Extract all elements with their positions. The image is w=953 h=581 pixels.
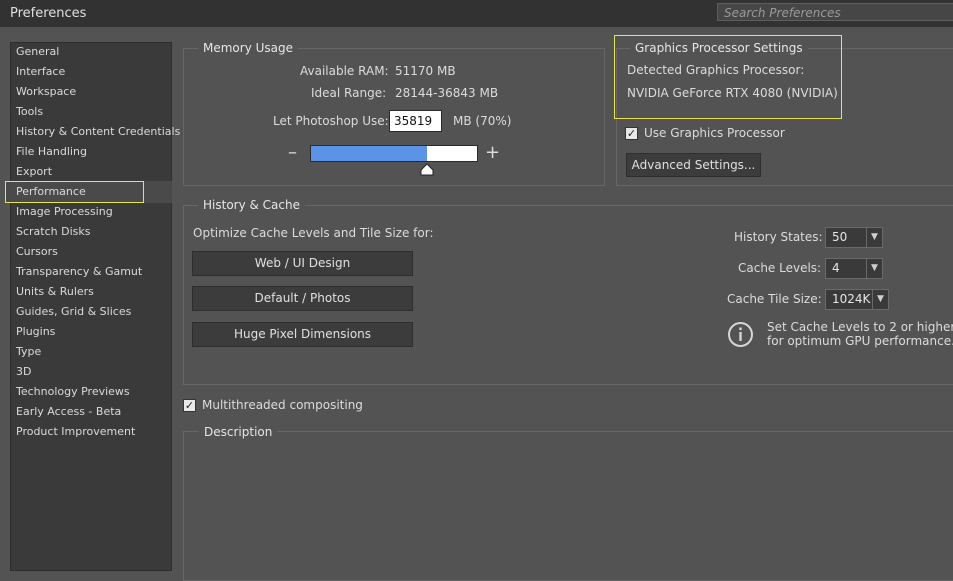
increase-memory-button[interactable]: + xyxy=(485,144,500,162)
info-text-line1: Set Cache Levels to 2 or higher xyxy=(767,320,953,334)
sidebar: General Interface Workspace Tools Histor… xyxy=(5,42,180,571)
sidebar-item-general[interactable]: General xyxy=(16,43,59,61)
description-group xyxy=(183,431,953,581)
sidebar-item-file-handling[interactable]: File Handling xyxy=(16,143,87,161)
sidebar-item-image-processing[interactable]: Image Processing xyxy=(16,203,113,221)
history-cache-title: History & Cache xyxy=(198,198,305,212)
web-ui-design-button[interactable]: Web / UI Design xyxy=(192,251,413,276)
sidebar-item-export[interactable]: Export xyxy=(16,163,52,181)
sidebar-item-history[interactable]: History & Content Credentials xyxy=(16,123,180,141)
sidebar-item-product-improvement[interactable]: Product Improvement xyxy=(16,423,135,441)
cache-tile-size-select[interactable]: 1024K ▼ xyxy=(825,289,889,310)
sidebar-item-early-access[interactable]: Early Access - Beta xyxy=(16,403,121,421)
sidebar-item-workspace[interactable]: Workspace xyxy=(16,83,76,101)
search-input[interactable]: Search Preferences xyxy=(717,3,953,21)
memory-unit-label: MB (70%) xyxy=(453,114,512,128)
let-photoshop-use-label: Let Photoshop Use: xyxy=(273,114,389,128)
info-text-line2: for optimum GPU performance. xyxy=(767,334,953,348)
sidebar-item-guides[interactable]: Guides, Grid & Slices xyxy=(16,303,131,321)
chevron-down-icon: ▼ xyxy=(866,259,882,278)
detected-gpu-label: Detected Graphics Processor: xyxy=(627,63,805,77)
history-states-value: 50 xyxy=(832,230,848,244)
sidebar-item-plugins[interactable]: Plugins xyxy=(16,323,55,341)
decrease-memory-button[interactable]: – xyxy=(288,144,297,162)
sidebar-item-units[interactable]: Units & Rulers xyxy=(16,283,94,301)
sidebar-item-3d[interactable]: 3D xyxy=(16,363,31,381)
advanced-settings-button[interactable]: Advanced Settings... xyxy=(626,153,761,177)
available-ram-value: 51170 MB xyxy=(395,64,456,78)
multithreaded-compositing-checkbox[interactable]: ✓ xyxy=(183,399,196,412)
memory-usage-title: Memory Usage xyxy=(198,41,299,55)
cache-levels-select[interactable]: 4 ▼ xyxy=(825,258,883,279)
ideal-range-label: Ideal Range: xyxy=(311,86,387,100)
use-gpu-label: Use Graphics Processor xyxy=(644,126,785,140)
huge-pixel-dimensions-button[interactable]: Huge Pixel Dimensions xyxy=(192,322,413,347)
multithreaded-compositing-label: Multithreaded compositing xyxy=(202,398,363,412)
available-ram-label: Available RAM: xyxy=(300,64,389,78)
info-icon xyxy=(728,322,753,347)
sidebar-item-performance[interactable]: Performance xyxy=(16,183,86,201)
cache-tile-size-label: Cache Tile Size: xyxy=(727,292,822,306)
use-gpu-checkbox[interactable]: ✓ xyxy=(625,127,638,140)
title-bar: Preferences Search Preferences xyxy=(0,0,953,27)
memory-slider-fill xyxy=(311,146,427,161)
memory-amount-input[interactable]: 35819 xyxy=(389,110,442,132)
cache-levels-label: Cache Levels: xyxy=(738,261,822,275)
memory-slider-track[interactable] xyxy=(310,145,478,162)
memory-slider-thumb[interactable] xyxy=(420,163,434,176)
sidebar-item-interface[interactable]: Interface xyxy=(16,63,65,81)
detected-gpu-value: NVIDIA GeForce RTX 4080 (NVIDIA) xyxy=(627,86,838,100)
ideal-range-value: 28144-36843 MB xyxy=(395,86,499,100)
cache-levels-value: 4 xyxy=(832,261,840,275)
default-photos-button[interactable]: Default / Photos xyxy=(192,286,413,311)
sidebar-item-transparency[interactable]: Transparency & Gamut xyxy=(16,263,142,281)
sidebar-item-type[interactable]: Type xyxy=(16,343,41,361)
sidebar-item-cursors[interactable]: Cursors xyxy=(16,243,58,261)
sidebar-item-tools[interactable]: Tools xyxy=(16,103,43,121)
history-states-label: History States: xyxy=(734,230,823,244)
cache-tile-size-value: 1024K xyxy=(832,292,871,306)
history-states-select[interactable]: 50 ▼ xyxy=(825,227,883,248)
window-title: Preferences xyxy=(10,6,87,21)
sidebar-item-tech-previews[interactable]: Technology Previews xyxy=(16,383,130,401)
sidebar-item-scratch-disks[interactable]: Scratch Disks xyxy=(16,223,90,241)
chevron-down-icon: ▼ xyxy=(872,290,888,309)
optimize-label: Optimize Cache Levels and Tile Size for: xyxy=(193,226,434,240)
chevron-down-icon: ▼ xyxy=(866,228,882,247)
description-title: Description xyxy=(199,425,278,439)
